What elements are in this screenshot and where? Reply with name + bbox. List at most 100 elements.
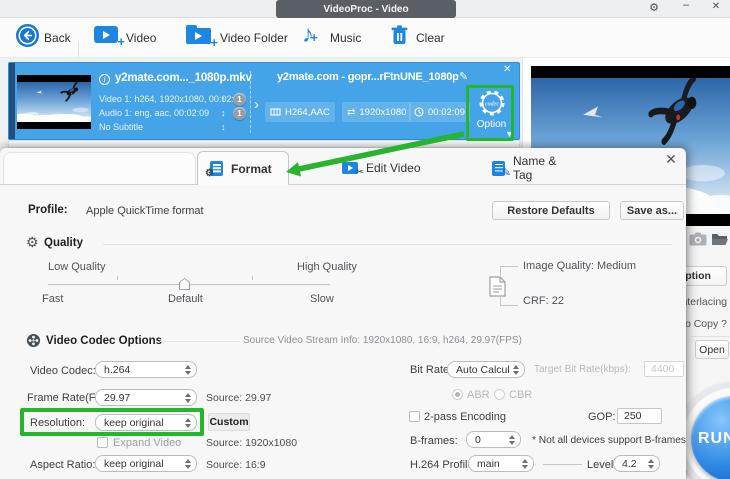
slider-tick — [252, 276, 253, 280]
subtitle-track-info: No Subtitle — [99, 122, 144, 132]
video-codec-value: h.264 — [104, 363, 131, 376]
restore-defaults-button[interactable]: Restore Defaults — [492, 201, 610, 220]
combo-arrows-icon — [185, 392, 191, 403]
open-folder-icon[interactable] — [711, 232, 729, 246]
bit-rate-value: Auto Calculate — [456, 363, 510, 376]
deinterlacing-label[interactable]: nterlacing — [681, 296, 727, 308]
tab-edit-video[interactable]: ✂ Edit Video — [330, 151, 442, 185]
video-button-label[interactable]: Video — [126, 31, 156, 45]
expand-video-label: Expand Video — [113, 437, 182, 449]
clock-icon — [414, 107, 424, 117]
bit-rate-select[interactable]: Auto Calculate — [447, 361, 525, 378]
gear-icon: ⚙ — [26, 234, 39, 250]
level-label: Level: — [587, 459, 617, 471]
h264-profile-label: H.264 Profile: — [410, 459, 477, 471]
item-close-icon[interactable]: ✕ — [503, 64, 511, 75]
back-arrow-icon — [23, 30, 33, 41]
window-title: VideoProc - Video — [276, 0, 456, 18]
add-music-icon[interactable]: ♪ + — [302, 21, 318, 49]
source-file-name: y2mate.com..._1080p.mkv — [115, 72, 252, 84]
combo-arrows-icon — [185, 364, 191, 375]
slow-label: Slow — [310, 293, 334, 305]
level-select[interactable]: 4.2 — [613, 455, 660, 472]
gear-icon[interactable]: ⚙ — [646, 1, 662, 14]
aspect-ratio-label: Aspect Ratio: — [30, 459, 96, 471]
info-icon[interactable]: i — [99, 74, 110, 85]
cbr-radio[interactable] — [494, 389, 505, 400]
tab-name-tag-label: Name & Tag — [513, 154, 557, 182]
back-label[interactable]: Back — [44, 31, 71, 45]
slider-tick — [117, 276, 118, 280]
toolbar: Back + Video + Video Folder ♪ + Music Cle… — [0, 18, 730, 71]
tab-name-tag[interactable]: ✎ Name & Tag — [480, 151, 590, 185]
target-bit-rate-value: 4400 — [651, 363, 675, 375]
b-frames-note: * Not all devices support B-frames — [532, 435, 687, 446]
edit-pencil-icon[interactable]: ✎ — [459, 70, 468, 83]
add-video-folder-icon[interactable]: + — [186, 25, 218, 49]
sidebar-divider — [691, 336, 729, 337]
aspect-ratio-select[interactable]: keep original — [95, 455, 197, 472]
expand-video-checkbox[interactable] — [97, 437, 108, 448]
bracket-line — [500, 296, 518, 306]
tab-edit-video-label: Edit Video — [366, 161, 421, 175]
resolution-source: Source: 1920x1080 — [206, 437, 298, 449]
resolution-chip: ⇄ 1920x1080 — [342, 102, 412, 122]
back-button[interactable] — [16, 24, 39, 47]
gear-icon: ⚙ — [205, 168, 214, 179]
pencil-icon: ✎ — [501, 166, 511, 179]
video-track-badge[interactable]: 1 — [233, 93, 246, 106]
b-frames-select[interactable]: 0 — [466, 431, 521, 448]
tabbar-left-block — [3, 152, 196, 184]
h264-profile-select[interactable]: main — [468, 455, 534, 472]
snapshot-camera-icon[interactable] — [689, 232, 707, 246]
frame-rate-select[interactable]: 29.97 — [95, 389, 197, 406]
quality-section-line — [103, 244, 672, 245]
trash-icon[interactable] — [390, 25, 409, 47]
save-as-button[interactable]: Save as... — [620, 201, 684, 220]
custom-button[interactable]: Custom — [208, 413, 250, 431]
combo-arrows-icon — [509, 434, 515, 445]
track-toggle-icon[interactable]: ↕ — [221, 94, 226, 104]
track-toggle-icon[interactable]: ↕ — [221, 108, 226, 118]
resolution-chip-value: 1920x1080 — [359, 106, 407, 118]
output-file-name: y2mate.com - gopr...rFtnUNE_1080p.mov — [277, 71, 459, 83]
quality-slider-handle[interactable] — [179, 278, 190, 290]
name-tag-tab-icon: ✎ — [492, 160, 511, 178]
media-item-row[interactable]: i y2mate.com..._1080p.mkv Video 1: h264,… — [8, 62, 520, 140]
two-pass-checkbox[interactable] — [409, 411, 420, 422]
scissors-icon: ✂ — [355, 167, 364, 178]
close-icon[interactable]: ✕ — [708, 1, 724, 12]
video-folder-button-label[interactable]: Video Folder — [220, 31, 288, 45]
target-bit-rate-input[interactable]: 4400 — [644, 361, 684, 377]
open-button[interactable]: Open — [695, 340, 729, 359]
audio-track-badge[interactable]: 1 — [233, 107, 246, 120]
codec-section-line — [160, 341, 240, 342]
music-button-label[interactable]: Music — [330, 31, 361, 45]
gop-value: 250 — [624, 410, 642, 422]
edit-video-tab-icon: ✂ — [342, 162, 364, 178]
combo-arrows-icon — [513, 364, 519, 375]
media-thumbnail[interactable] — [17, 75, 91, 129]
two-pass-label: 2-pass Encoding — [424, 411, 506, 423]
video-codec-select[interactable]: h.264 — [95, 361, 197, 378]
thumbnail-image — [17, 82, 91, 122]
film-reel-icon — [26, 333, 41, 348]
low-quality-label: Low Quality — [48, 261, 106, 273]
run-button-label: RUN — [698, 430, 730, 447]
codec-chip-value: H264,AAC — [285, 106, 330, 118]
combo-arrows-icon — [522, 458, 528, 469]
dialog-close-icon[interactable]: ✕ — [662, 151, 680, 168]
track-toggle-icon[interactable]: ↕ — [221, 122, 226, 132]
abr-radio[interactable] — [452, 389, 463, 400]
tab-format[interactable]: ⚙ Format — [197, 151, 289, 185]
highlight-box-resolution — [20, 408, 204, 436]
gop-input[interactable]: 250 — [617, 408, 662, 424]
chevron-right-icon: › — [254, 96, 259, 113]
cbr-label: CBR — [509, 389, 533, 401]
clear-button-label[interactable]: Clear — [416, 31, 445, 45]
save-as-label: Save as... — [626, 204, 678, 217]
auto-copy-label[interactable]: to Copy ? — [682, 318, 727, 330]
minimize-icon[interactable]: – — [678, 0, 694, 11]
open-button-label: Open — [699, 343, 725, 356]
add-video-icon[interactable]: + — [94, 26, 125, 48]
